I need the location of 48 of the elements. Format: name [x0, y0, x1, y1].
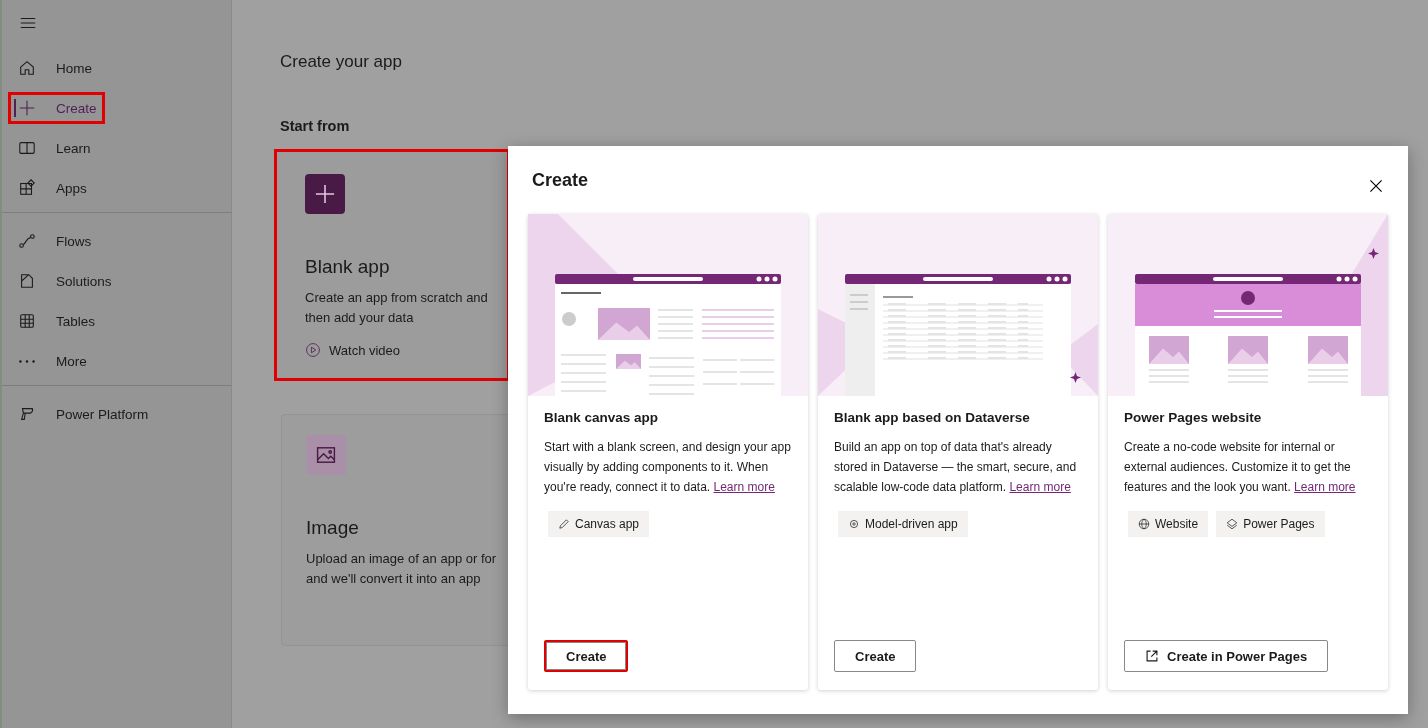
- external-link-icon: [1145, 649, 1159, 663]
- card-description: Upload an image of an app or for and we'll convert it into an app: [306, 550, 497, 588]
- platform-icon: [18, 405, 36, 423]
- learn-more-link[interactable]: Learn more: [1009, 480, 1071, 494]
- tag: Power Pages: [1216, 511, 1325, 537]
- create-button[interactable]: Create: [544, 640, 629, 672]
- nav-item[interactable]: Learn: [2, 132, 99, 164]
- learn-more-link[interactable]: Learn more: [1294, 480, 1356, 494]
- section-heading: Start from: [280, 118, 351, 134]
- option-card[interactable]: Blank app Create an app from scratch and then add your data Watch video: [277, 152, 507, 378]
- book-icon: [18, 139, 36, 157]
- watch-video-link[interactable]: Watch video: [305, 342, 401, 358]
- globe-icon: [1138, 518, 1150, 530]
- create-button[interactable]: Create: [834, 640, 917, 672]
- nav-item[interactable]: Flows: [2, 225, 100, 257]
- home-icon: [18, 59, 36, 77]
- play-icon: [305, 342, 321, 358]
- option-description: Build an app on top of data that's already stored in Dataverse — the smart, secure, and scalable low-code data platform. Learn more: [834, 439, 1078, 496]
- pencil-icon: [558, 518, 570, 530]
- plus-icon: [305, 174, 345, 214]
- grid-shapes-icon: [18, 179, 36, 197]
- card-description: Create an app from scratch and then add your data: [305, 289, 489, 327]
- layers-icon: [1226, 518, 1239, 530]
- option-description: Create a no-code website for internal or external audiences. Customize it to get the features and the look you want. Learn more: [1124, 439, 1357, 496]
- nav-item[interactable]: Apps: [2, 172, 95, 204]
- image-icon: [306, 435, 346, 475]
- option-title: Blank app based on Dataverse: [834, 410, 1031, 425]
- create-button[interactable]: Create in Power Pages: [1124, 640, 1329, 672]
- nav-item[interactable]: Solutions: [2, 265, 120, 297]
- card-title: Image: [306, 517, 359, 539]
- table-icon: [18, 312, 36, 330]
- nav-item[interactable]: Home: [2, 52, 100, 84]
- card-title: Blank app: [305, 256, 390, 278]
- document-icon: [18, 272, 36, 290]
- dialog-title: Create: [532, 169, 589, 191]
- flow-icon: [18, 232, 36, 250]
- tag: Canvas app: [548, 511, 650, 537]
- nav-item[interactable]: More: [2, 345, 95, 377]
- nav-item[interactable]: Tables: [2, 305, 104, 337]
- more-icon: [19, 359, 35, 363]
- tag: Website: [1128, 511, 1209, 537]
- page-title: Create your app: [280, 52, 403, 72]
- nav-item[interactable]: Create: [8, 92, 105, 124]
- nav-item[interactable]: Power Platform: [2, 398, 157, 430]
- plus-icon: [18, 99, 36, 117]
- option-title: Power Pages website: [1124, 410, 1263, 425]
- close-icon: [1368, 178, 1384, 194]
- tag: Model-driven app: [838, 511, 968, 537]
